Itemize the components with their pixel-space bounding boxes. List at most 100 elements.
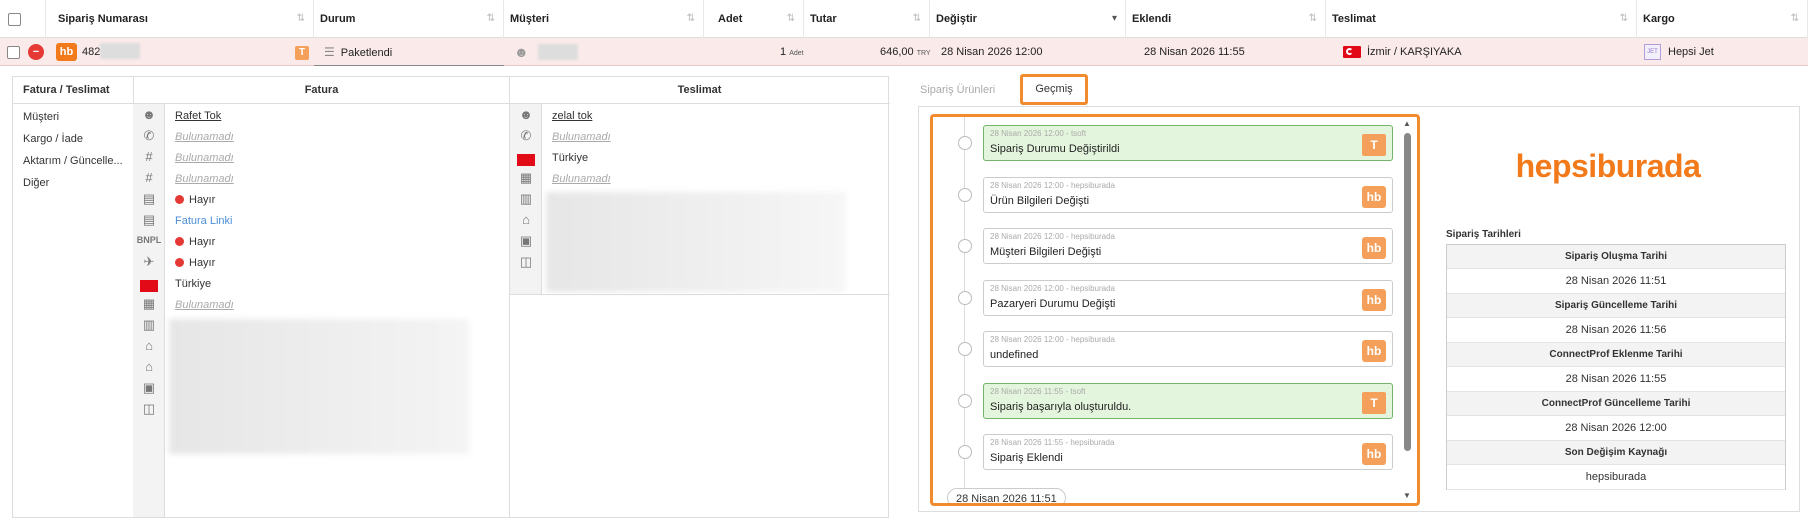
nav-diger[interactable]: Diğer xyxy=(13,172,133,194)
scroll-up-icon[interactable]: ▲ xyxy=(1403,119,1411,128)
flag-text: Hayır xyxy=(189,194,216,206)
col-status[interactable]: Durum ⇅ xyxy=(314,0,504,38)
history-text: Sipariş Durumu Değiştirildi xyxy=(990,143,1120,155)
nav-musteri[interactable]: Müşteri xyxy=(13,106,133,128)
added-date: 28 Nisan 2026 11:55 xyxy=(1144,46,1245,58)
building-icon: ▦ xyxy=(142,296,156,311)
history-item: 28 Nisan 2026 12:00 - hepsiburada Ürün Bi… xyxy=(983,176,1393,213)
fatura-name[interactable]: Rafet Tok xyxy=(175,110,221,122)
sort-icon[interactable]: ⇅ xyxy=(787,0,795,38)
amount: 646,00 TRY xyxy=(880,38,931,66)
sort-icon[interactable]: ⇅ xyxy=(297,0,305,38)
sort-icon[interactable]: ⇅ xyxy=(487,0,495,38)
sort-desc-icon[interactable]: ▾ xyxy=(1112,0,1117,38)
sort-icon[interactable]: ⇅ xyxy=(1791,0,1799,38)
hepsiburada-badge-icon: hb xyxy=(1362,288,1386,311)
teslimat-column: ☻ ✆ ▦ ▥ ⌂ ▣ ◫ zelal tok Bulunamadı Türki… xyxy=(509,104,890,517)
history-meta: 28 Nisan 2026 12:00 - hepsiburada xyxy=(990,283,1115,293)
order-number-redacted xyxy=(100,43,141,59)
history-meta: 28 Nisan 2026 12:00 - hepsiburada xyxy=(990,335,1115,344)
status-select[interactable]: ☰ Paketlendi xyxy=(314,38,504,66)
receipt-icon: ▤ xyxy=(142,191,156,206)
sort-icon[interactable]: ⇅ xyxy=(687,0,695,38)
date-label: Sipariş Oluşma Tarihi xyxy=(1447,245,1785,269)
amount-value: 646,00 xyxy=(880,46,914,58)
fatura-city: Bulunamadı xyxy=(175,299,234,311)
date-label: ConnectProf Eklenme Tarihi xyxy=(1447,343,1785,367)
address-nav: Müşteri Kargo / İade Aktarım / Güncelle.… xyxy=(13,106,133,194)
list-icon: ☰ xyxy=(324,45,335,59)
date-label: Son Değişim Kaynağı xyxy=(1447,441,1785,465)
col-order-no[interactable]: Sipariş Numarası ⇅ xyxy=(46,0,314,38)
mailbox-icon: ▣ xyxy=(519,233,533,248)
fatura-phone: Bulunamadı xyxy=(175,131,234,143)
timeline-node xyxy=(958,445,972,459)
col-added[interactable]: Eklendi ⇅ xyxy=(1126,0,1326,38)
row-select xyxy=(7,38,20,66)
book-icon: ◫ xyxy=(519,254,533,269)
turkey-flag-icon xyxy=(1343,46,1361,58)
currency: TRY xyxy=(916,50,931,57)
date-value: 28 Nisan 2026 11:56 xyxy=(1447,318,1785,343)
teslimat-title: Teslimat xyxy=(509,77,889,104)
hepsiburada-logo: hepsiburada xyxy=(1515,148,1701,184)
scrollbar[interactable]: ▲ ▼ xyxy=(1400,117,1414,503)
fatura-id-no: Bulunamadı xyxy=(175,173,234,185)
tab-gecmis[interactable]: Geçmiş xyxy=(1020,74,1088,105)
hepsiburada-badge-icon: hb xyxy=(1362,443,1386,465)
select-all-checkbox[interactable] xyxy=(8,13,21,26)
history-meta: 28 Nisan 2026 12:00 - hepsiburada xyxy=(990,180,1115,190)
col-customer[interactable]: Müşteri ⇅ xyxy=(504,0,704,38)
col-label: Adet xyxy=(718,13,743,25)
red-dot-icon xyxy=(175,237,184,246)
col-label: Değiştir xyxy=(936,13,977,25)
teslimat-phone: Bulunamadı xyxy=(552,131,611,143)
qty: 1 Adet xyxy=(780,38,804,66)
hash-icon: # xyxy=(145,149,153,164)
teslimat-name[interactable]: zelal tok xyxy=(552,110,592,122)
phone-icon: ✆ xyxy=(143,128,155,143)
scroll-down-icon[interactable]: ▼ xyxy=(1403,491,1411,500)
hepsiburada-badge-icon: hb xyxy=(1362,185,1386,208)
col-delivery[interactable]: Teslimat ⇅ xyxy=(1326,0,1637,38)
dates-title: Sipariş Tarihleri xyxy=(1446,229,1521,240)
order-number[interactable]: 482 xyxy=(82,38,141,66)
order-row[interactable]: − hb 482 T ☰ Paketlendi ☻ 1 Adet 646,00 T… xyxy=(0,38,1808,66)
fatura-flag-1: Hayır xyxy=(175,194,215,206)
col-label: Kargo xyxy=(1643,13,1675,25)
building-icon: ▦ xyxy=(519,170,533,185)
tab-siparis-urunleri[interactable]: Sipariş Ürünleri xyxy=(920,76,1020,104)
qty-value: 1 xyxy=(780,46,787,58)
fatura-icon-column: ☻ ✆ # # ▤ ▤ BNPL ✈ ▦ ▥ ⌂ ⌂ ▣ ◫ xyxy=(133,104,165,517)
qty-unit: Adet xyxy=(789,50,804,57)
col-amount[interactable]: Tutar ⇅ xyxy=(804,0,930,38)
row-checkbox[interactable] xyxy=(7,46,20,59)
sort-icon[interactable]: ⇅ xyxy=(913,0,921,38)
col-label: Sipariş Numarası xyxy=(58,13,148,25)
col-label: Teslimat xyxy=(1332,13,1376,25)
sort-icon[interactable]: ⇅ xyxy=(1309,0,1317,38)
remove-icon[interactable]: − xyxy=(28,44,44,60)
col-qty[interactable]: Adet ⇅ xyxy=(704,0,804,38)
col-changed[interactable]: Değiştir ▾ xyxy=(930,0,1126,38)
scrollbar-thumb[interactable] xyxy=(1404,133,1411,451)
col-cargo[interactable]: Kargo ⇅ xyxy=(1637,0,1808,38)
address-panel: Fatura / Teslimat Fatura Teslimat Müşter… xyxy=(12,76,890,518)
nav-kargo-iade[interactable]: Kargo / İade xyxy=(13,128,133,150)
receipt-icon: ▤ xyxy=(142,212,156,227)
turkey-flag-icon xyxy=(510,151,542,166)
timeline-node xyxy=(958,187,972,202)
fatura-title: Fatura xyxy=(133,77,509,104)
user-icon: ☻ xyxy=(142,107,156,122)
address-title: Fatura / Teslimat xyxy=(23,84,110,96)
history-item: 28 Nisan 2026 12:00 - hepsiburada Müşteri… xyxy=(983,228,1393,264)
nav-aktarim[interactable]: Aktarım / Güncelle... xyxy=(13,150,133,172)
teslimat-country: Türkiye xyxy=(552,152,589,164)
invoice-link[interactable]: Fatura Linki xyxy=(175,215,232,227)
history-meta: 28 Nisan 2026 11:55 - tsoft xyxy=(990,386,1086,396)
bnpl-icon: BNPL xyxy=(136,235,162,245)
history-text: Ürün Bilgileri Değişti xyxy=(990,194,1090,207)
house-icon: ⌂ xyxy=(522,212,530,227)
sort-icon[interactable]: ⇅ xyxy=(1620,0,1628,38)
red-dot-icon xyxy=(175,258,184,267)
